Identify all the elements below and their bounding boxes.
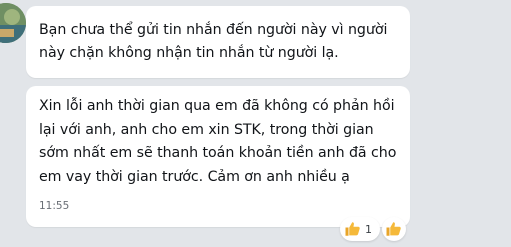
add-reaction-button[interactable] bbox=[382, 217, 406, 241]
message-bubble[interactable]: Xin lỗi anh thời gian qua em đã không có… bbox=[26, 86, 410, 227]
chat-area: Bạn chưa thể gửi tin nhắn đến người này … bbox=[0, 0, 511, 247]
message-bubble-system[interactable]: Bạn chưa thể gửi tin nhắn đến người này … bbox=[26, 6, 410, 78]
reaction-count: 1 bbox=[365, 222, 372, 236]
message-timestamp: 11:55 bbox=[39, 200, 70, 212]
message-text: Xin lỗi anh thời gian qua em đã không có… bbox=[39, 98, 397, 185]
avatar[interactable] bbox=[0, 3, 26, 43]
message-text: Bạn chưa thể gửi tin nhắn đến người này … bbox=[39, 22, 388, 61]
thumbs-up-icon bbox=[344, 220, 362, 238]
thumbs-up-icon bbox=[385, 220, 403, 238]
reaction-summary[interactable]: 1 bbox=[340, 217, 380, 241]
